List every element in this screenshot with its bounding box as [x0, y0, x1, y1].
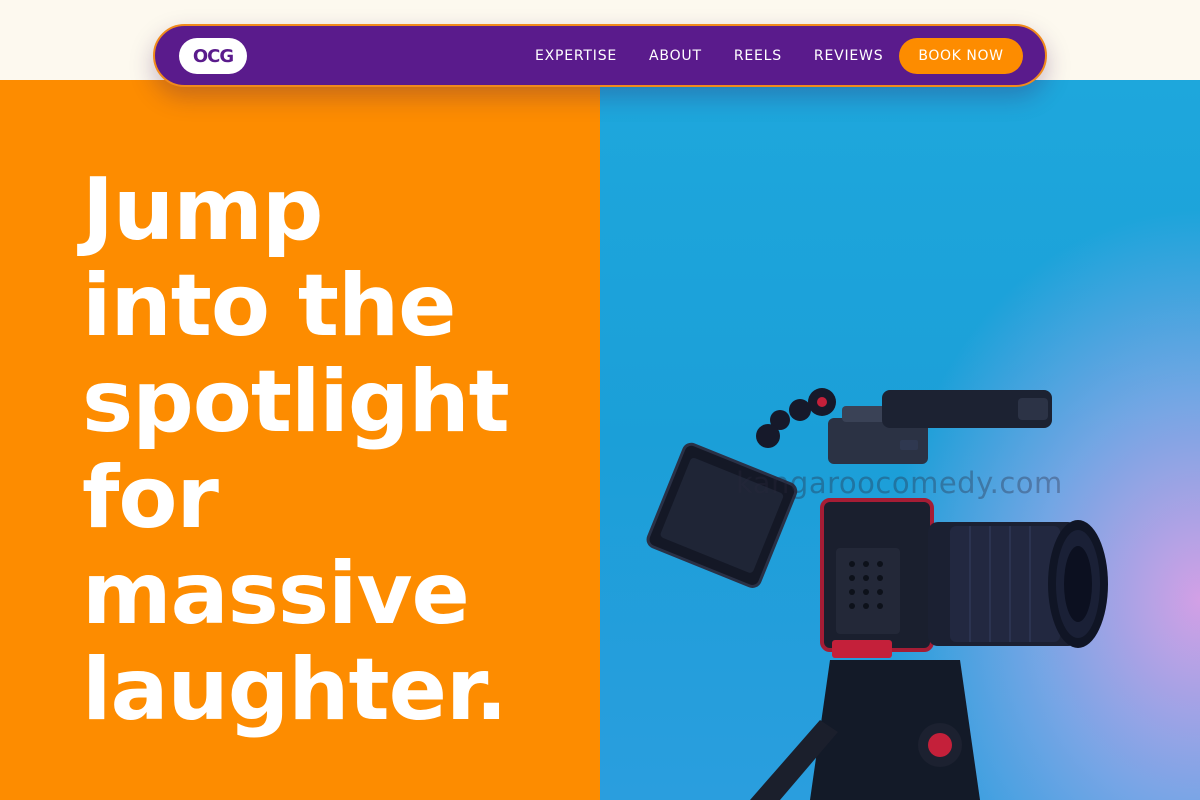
headline-line: laughter.	[82, 640, 508, 740]
nav-link-about[interactable]: ABOUT	[649, 48, 702, 64]
hero-headline: Jump into the spotlight for massive laug…	[82, 162, 582, 738]
headline-line: Jump	[82, 160, 323, 260]
headline-line: into the	[82, 256, 457, 356]
nav-link-reels[interactable]: REELS	[734, 48, 782, 64]
watermark-text: kangaroocomedy.com	[736, 466, 1063, 500]
brand-logo[interactable]: OCG	[179, 38, 247, 74]
headline-line: spotlight	[82, 352, 510, 452]
headline-line: massive	[82, 544, 470, 644]
book-now-button[interactable]: BOOK NOW	[899, 38, 1023, 74]
headline-line: for	[82, 448, 219, 548]
nav-links: EXPERTISE ABOUT REELS REVIEWS	[535, 26, 915, 85]
camera-on-tripod-icon	[646, 388, 1108, 800]
nav-link-reviews[interactable]: REVIEWS	[814, 48, 883, 64]
nav-link-expertise[interactable]: EXPERTISE	[535, 48, 617, 64]
top-navigation-bar: OCG EXPERTISE ABOUT REELS REVIEWS BOOK N…	[153, 24, 1047, 87]
hero-image	[600, 80, 1200, 800]
